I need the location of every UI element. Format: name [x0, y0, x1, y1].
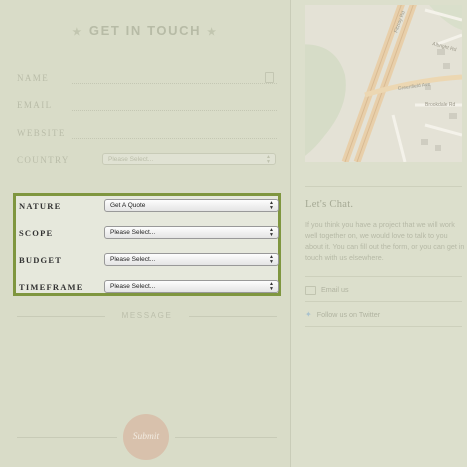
- scope-select[interactable]: Please Select... ▲ ▼: [104, 226, 279, 239]
- select-arrows-icon: ▲ ▼: [269, 227, 274, 238]
- country-select-value: Please Select...: [108, 156, 154, 163]
- country-select[interactable]: Please Select... ▲ ▼: [102, 153, 276, 165]
- scope-label: SCOPE: [19, 228, 54, 238]
- email-us-text: Email us: [321, 285, 349, 294]
- divider: [175, 437, 277, 438]
- star-icon: ★: [72, 27, 83, 38]
- map-graphic: Fitzroy Rd Albright Rd Greenfield Ave Br…: [305, 5, 462, 162]
- timeframe-select-value: Please Select...: [110, 283, 156, 290]
- map-street-label: Brookdale Rd: [425, 102, 456, 108]
- star-icon: ★: [207, 27, 218, 38]
- email-field[interactable]: EMAIL: [17, 98, 277, 112]
- divider: [189, 316, 277, 317]
- budget-field: BUDGET Please Select... ▲ ▼: [19, 253, 279, 267]
- nature-select-value: Get A Quote: [110, 202, 146, 209]
- select-arrows-icon: ▲ ▼: [269, 200, 274, 211]
- nature-label: NATURE: [19, 201, 62, 211]
- country-field: COUNTRY Please Select... ▲ ▼: [17, 153, 277, 167]
- scope-field: SCOPE Please Select... ▲ ▼: [19, 226, 279, 240]
- message-textarea[interactable]: [17, 330, 277, 422]
- chat-description: If you think you have a project that we …: [305, 220, 465, 262]
- name-input-line[interactable]: [72, 83, 277, 84]
- timeframe-select[interactable]: Please Select... ▲ ▼: [104, 280, 279, 293]
- website-input-line[interactable]: [72, 138, 277, 139]
- select-arrows-icon: ▲ ▼: [266, 154, 271, 165]
- country-label: COUNTRY: [17, 155, 70, 165]
- contact-card-icon: [265, 72, 274, 83]
- submit-button[interactable]: Submit: [123, 414, 169, 460]
- timeframe-label: TIMEFRAME: [19, 282, 84, 292]
- email-label: EMAIL: [17, 100, 53, 110]
- budget-select-value: Please Select...: [110, 256, 156, 263]
- divider: [17, 437, 117, 438]
- twitter-link[interactable]: ✦ Follow us on Twitter: [305, 310, 380, 320]
- timeframe-field: TIMEFRAME Please Select... ▲ ▼: [19, 280, 279, 294]
- divider: [305, 326, 462, 327]
- select-arrows-icon: ▲ ▼: [269, 254, 274, 265]
- budget-select[interactable]: Please Select... ▲ ▼: [104, 253, 279, 266]
- website-field[interactable]: WEBSITE: [17, 126, 277, 140]
- scope-select-value: Please Select...: [110, 229, 156, 236]
- select-arrows-icon: ▲ ▼: [269, 281, 274, 292]
- contact-form-panel: ★ GET IN TOUCH ★ NAME EMAIL WEBSITE COUNTR…: [0, 0, 290, 467]
- divider: [305, 301, 462, 302]
- highlighted-fields-box: NATURE Get A Quote ▲ ▼ SCOPE Please Selec…: [13, 193, 281, 296]
- name-field[interactable]: NAME: [17, 71, 277, 85]
- website-label: WEBSITE: [17, 128, 66, 138]
- form-title: ★ GET IN TOUCH ★: [0, 20, 290, 42]
- twitter-text: Follow us on Twitter: [316, 310, 381, 319]
- contact-page: ★ GET IN TOUCH ★ NAME EMAIL WEBSITE COUNTR…: [0, 0, 467, 467]
- divider: [305, 276, 462, 277]
- nature-select[interactable]: Get A Quote ▲ ▼: [104, 199, 279, 212]
- chat-title: Let's Chat.: [305, 199, 354, 210]
- budget-label: BUDGET: [19, 255, 63, 265]
- envelope-icon: [305, 285, 316, 295]
- twitter-bird-icon: ✦: [305, 310, 312, 319]
- email-input-line[interactable]: [72, 110, 277, 111]
- nature-field: NATURE Get A Quote ▲ ▼: [19, 199, 279, 213]
- email-us-link[interactable]: Email us: [305, 285, 349, 295]
- form-title-text: GET IN TOUCH: [88, 23, 202, 38]
- divider: [305, 186, 462, 187]
- message-heading: MESSAGE: [17, 310, 277, 322]
- location-map[interactable]: Fitzroy Rd Albright Rd Greenfield Ave Br…: [305, 5, 462, 162]
- name-label: NAME: [17, 73, 50, 83]
- submit-row: Submit: [17, 414, 277, 460]
